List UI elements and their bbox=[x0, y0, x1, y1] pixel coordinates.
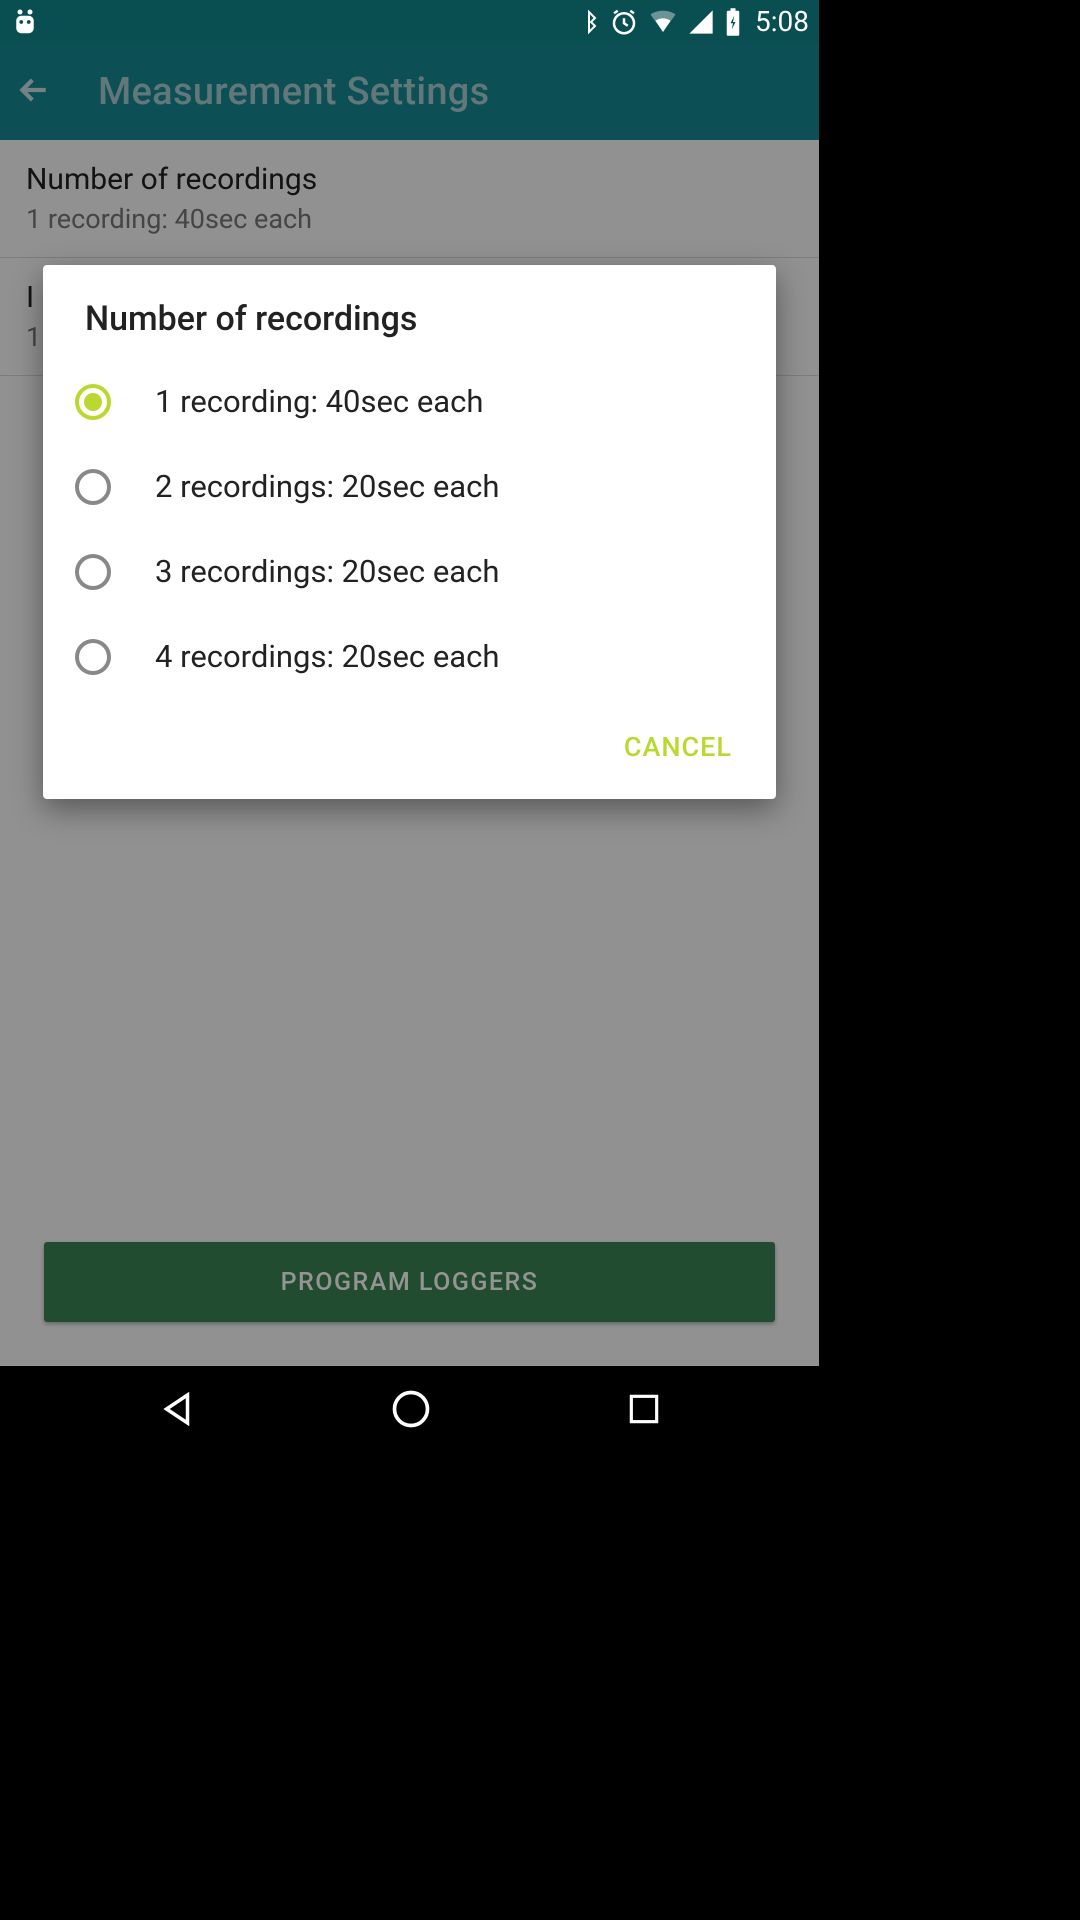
dialog-title: Number of recordings bbox=[43, 299, 776, 359]
status-time: 5:08 bbox=[755, 5, 809, 38]
radio-icon bbox=[75, 469, 111, 505]
nav-recent-icon[interactable] bbox=[625, 1390, 663, 1432]
radio-icon bbox=[75, 554, 111, 590]
nav-home-icon[interactable] bbox=[389, 1387, 433, 1435]
navigation-bar bbox=[0, 1366, 819, 1456]
radio-icon bbox=[75, 639, 111, 675]
radio-option-1[interactable]: 1 recording: 40sec each bbox=[43, 359, 776, 444]
status-bar: 5:08 bbox=[0, 0, 819, 43]
radio-label: 1 recording: 40sec each bbox=[155, 383, 483, 420]
bluetooth-icon bbox=[577, 7, 601, 37]
signal-icon bbox=[687, 8, 715, 36]
debug-icon bbox=[10, 7, 40, 37]
cancel-button[interactable]: CANCEL bbox=[612, 723, 744, 771]
wifi-icon bbox=[647, 7, 679, 37]
radio-option-2[interactable]: 2 recordings: 20sec each bbox=[43, 444, 776, 529]
radio-option-3[interactable]: 3 recordings: 20sec each bbox=[43, 529, 776, 614]
alarm-icon bbox=[609, 7, 639, 37]
nav-back-icon[interactable] bbox=[156, 1388, 198, 1434]
recordings-dialog: Number of recordings 1 recording: 40sec … bbox=[43, 265, 776, 799]
radio-icon bbox=[75, 384, 111, 420]
radio-label: 2 recordings: 20sec each bbox=[155, 468, 499, 505]
radio-label: 3 recordings: 20sec each bbox=[155, 553, 499, 590]
battery-charging-icon bbox=[723, 7, 743, 37]
radio-option-4[interactable]: 4 recordings: 20sec each bbox=[43, 614, 776, 699]
radio-label: 4 recordings: 20sec each bbox=[155, 638, 499, 675]
